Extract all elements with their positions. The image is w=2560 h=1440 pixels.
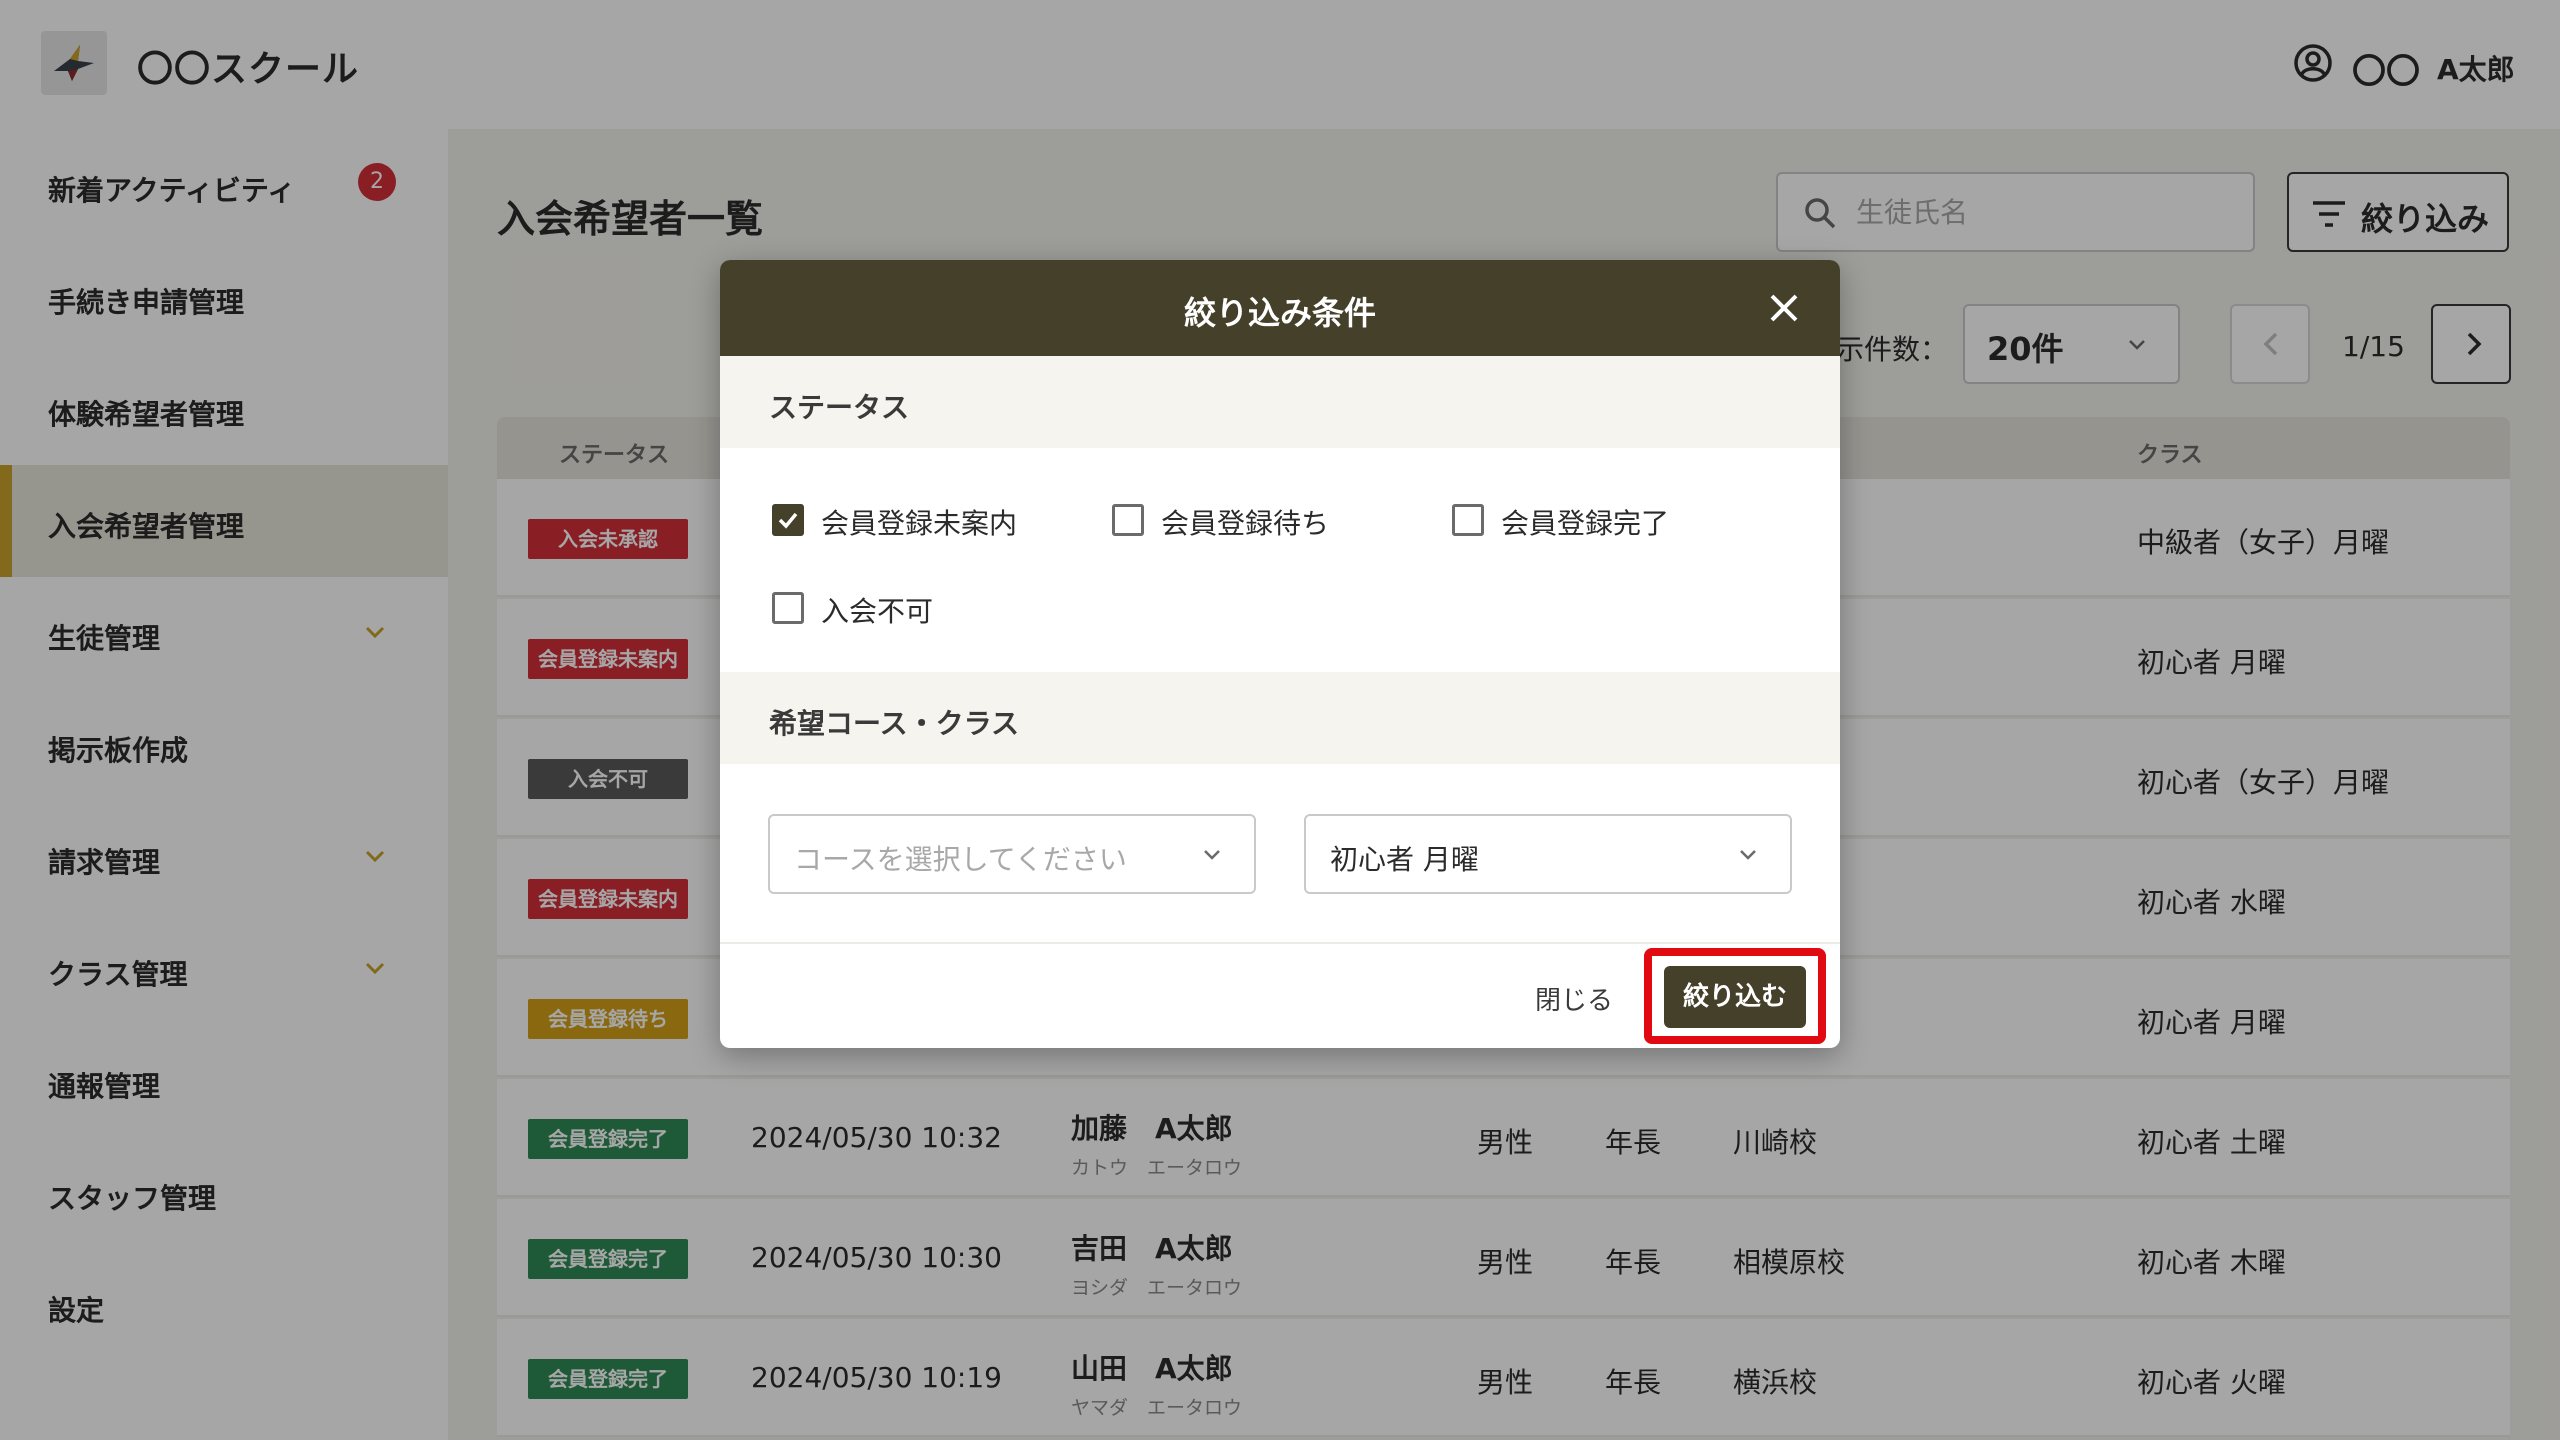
checkbox[interactable] — [772, 592, 804, 624]
checkbox[interactable] — [1112, 504, 1144, 536]
status-checkbox-rejected[interactable]: 入会不可 — [772, 588, 1072, 628]
chevron-down-icon — [1204, 850, 1220, 860]
course-section-header: 希望コース・クラス — [720, 672, 1840, 764]
chevron-down-icon — [1740, 850, 1756, 860]
class-select[interactable]: 初心者 月曜 — [1304, 814, 1792, 894]
checkbox-label: 入会不可 — [821, 595, 934, 628]
apply-filter-button[interactable]: 絞り込む — [1664, 966, 1806, 1028]
checkbox-label: 会員登録完了 — [1501, 507, 1670, 540]
check-icon — [778, 512, 798, 529]
status-section-header: ステータス — [720, 356, 1840, 448]
class-select-value: 初心者 月曜 — [1330, 843, 1479, 876]
status-section-label: ステータス — [769, 391, 910, 424]
status-checkbox-completed[interactable]: 会員登録完了 — [1452, 500, 1752, 540]
course-select[interactable]: コースを選択してください — [768, 814, 1256, 894]
course-section-label: 希望コース・クラス — [769, 707, 1020, 740]
checkbox-label: 会員登録未案内 — [821, 507, 1018, 540]
course-select-placeholder: コースを選択してください — [794, 843, 1127, 876]
checkbox-label: 会員登録待ち — [1161, 507, 1330, 540]
close-button[interactable]: 閉じる — [1535, 980, 1613, 1017]
checkbox[interactable] — [1452, 504, 1484, 536]
checkbox[interactable] — [772, 504, 804, 536]
status-checkbox-waiting[interactable]: 会員登録待ち — [1112, 500, 1412, 540]
filter-modal: 絞り込み条件 ステータス 会員登録未案内 会員登録待ち 会員登録完了 入会不可 … — [720, 260, 1840, 1048]
status-checkbox-unguided[interactable]: 会員登録未案内 — [772, 500, 1072, 540]
modal-footer-divider — [720, 942, 1840, 944]
modal-header: 絞り込み条件 — [720, 260, 1840, 356]
modal-title: 絞り込み条件 — [1183, 294, 1376, 332]
close-icon[interactable] — [1764, 288, 1804, 328]
